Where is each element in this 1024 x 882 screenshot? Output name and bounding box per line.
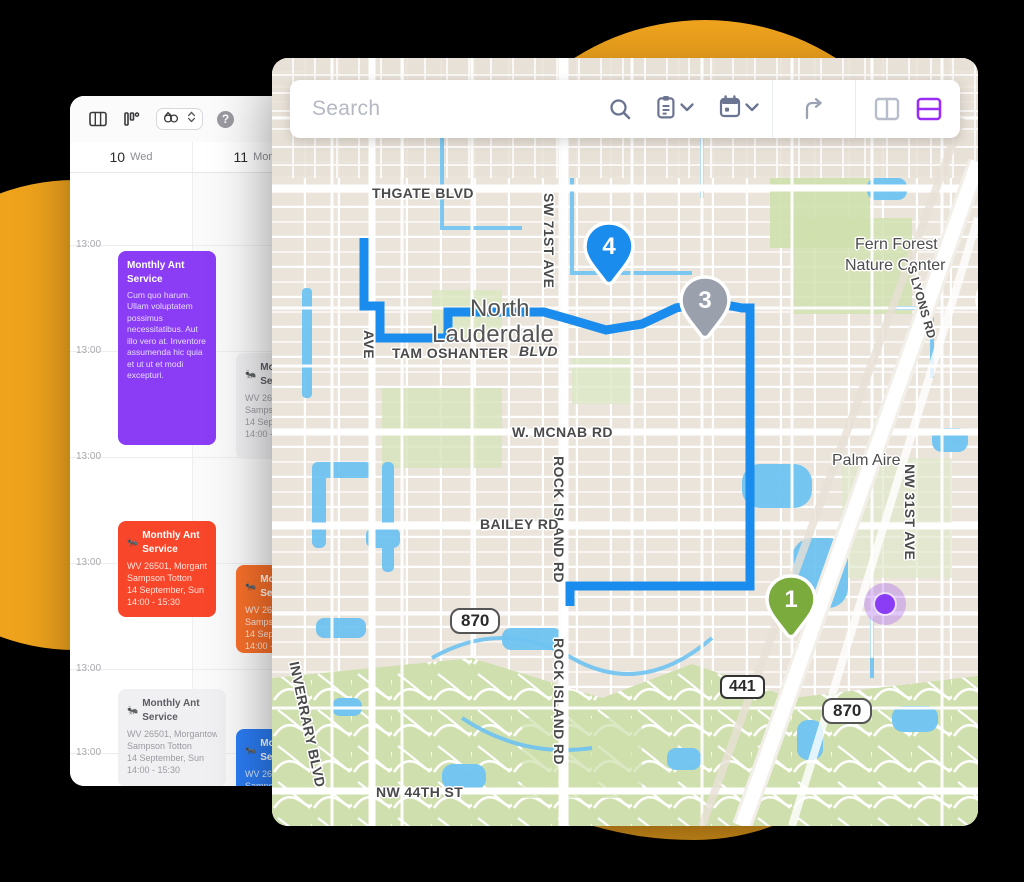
day-number: 11 xyxy=(233,149,249,165)
clipboard-icon xyxy=(656,95,676,124)
route-line xyxy=(359,238,755,606)
map-marker-3[interactable]: 3 xyxy=(678,274,732,340)
time-label-1: 13:00 xyxy=(76,345,102,356)
event-address: WV 26501, Morgantown, W xyxy=(127,561,207,571)
time-label-3: 13:00 xyxy=(76,557,102,568)
highway-shield-441: 441 xyxy=(720,675,765,699)
map-label-place: Fern Forest xyxy=(855,236,938,253)
map-label-road: W. MCNAB RD xyxy=(512,424,613,440)
calendar-event-purple[interactable]: Monthly Ant Service Cum quo harum. Ullam… xyxy=(118,251,216,445)
event-person: Sampson Totton xyxy=(127,741,192,752)
help-icon[interactable]: ? xyxy=(217,110,234,128)
map-label-street: ROCK ISLAND RD xyxy=(551,638,567,765)
marker-label: 4 xyxy=(602,233,616,260)
map-label-road: TAM OSHANTER xyxy=(392,345,509,361)
columns-view-icon[interactable] xyxy=(88,109,108,129)
map-window: 4 3 2 1 THGATE BLVD SW 71ST AVE North xyxy=(272,58,978,826)
calendar-event-gray-2[interactable]: 🐜 Monthly Ant Service WV 26501, Morganto… xyxy=(118,689,226,786)
map-label-street: NW 31ST AVE xyxy=(902,464,918,561)
map-label-road: BAILEY RD xyxy=(480,516,559,532)
ant-icon: 🐜 xyxy=(127,705,139,716)
split-horizontal-icon[interactable] xyxy=(910,89,960,129)
event-title: 🐜 Monthly Ant Service xyxy=(127,530,200,555)
ant-icon: 🐜 xyxy=(245,369,257,380)
search-input[interactable]: Search xyxy=(290,97,380,121)
map-marker-2[interactable]: 2 xyxy=(974,274,978,340)
calendar-dropdown-button[interactable] xyxy=(707,89,772,129)
search-icon[interactable] xyxy=(596,89,644,129)
map-label-place: Palm Aire xyxy=(832,452,901,469)
map-label-street: SW 71ST AVE xyxy=(541,193,557,289)
timeline-view-icon[interactable] xyxy=(122,109,142,129)
map-label-road: NW 44TH ST xyxy=(376,784,464,800)
event-body: Cum quo harum. Ullam voluptatem possimus… xyxy=(127,290,206,381)
event-address: WV 26501, Morgantown, W xyxy=(127,729,217,739)
map-label-road: BLVD xyxy=(519,343,558,359)
calendar-icon xyxy=(719,94,741,124)
day-header-0[interactable]: 10 Wed xyxy=(70,142,192,172)
highway-shield-870-a: 870 xyxy=(450,608,501,634)
event-time: 14:00 - 15:30 xyxy=(127,597,181,608)
directions-icon[interactable] xyxy=(773,89,855,129)
map-label-place: Nature Center xyxy=(845,257,946,274)
day-name: Wed xyxy=(130,151,153,163)
event-title: 🐜 Monthly Ant Service xyxy=(127,698,200,723)
time-label-4: 13:00 xyxy=(76,663,102,674)
event-title: Monthly Ant Service xyxy=(127,260,185,285)
chevron-down-icon xyxy=(679,100,695,118)
team-select-icon xyxy=(163,110,179,128)
team-select[interactable] xyxy=(156,108,203,130)
map-marker-1[interactable]: 1 xyxy=(764,573,818,639)
chevron-down-icon xyxy=(744,100,760,118)
calendar-event-red[interactable]: 🐜 Monthly Ant Service WV 26501, Morganto… xyxy=(118,521,216,617)
map-marker-4[interactable]: 4 xyxy=(582,220,636,286)
event-date: 14 September, Sun xyxy=(127,585,205,596)
highway-shield-870-b: 870 xyxy=(822,698,873,724)
time-label-5: 13:00 xyxy=(76,747,102,758)
time-label-0: 13:00 xyxy=(76,239,102,250)
location-dot-core xyxy=(875,594,895,614)
chevron-updown-icon xyxy=(187,110,196,128)
ant-icon: 🐜 xyxy=(127,537,139,548)
time-label-2: 13:00 xyxy=(76,451,102,462)
clipboard-dropdown-button[interactable] xyxy=(644,89,707,129)
map-toolbar: Search xyxy=(290,80,960,138)
split-vertical-icon[interactable] xyxy=(856,89,910,129)
screenshot-stage: ? 10 Wed 11 Mon 13:00 13:00 13:00 13:00 xyxy=(0,0,1024,882)
marker-label: 1 xyxy=(784,586,798,613)
ant-icon: 🐜 xyxy=(245,745,257,756)
current-location-dot[interactable] xyxy=(864,583,906,625)
map-label-road: THGATE BLVD xyxy=(372,185,474,201)
marker-label: 2 xyxy=(974,274,978,328)
map-label-city: North xyxy=(470,295,530,322)
event-time: 14:00 - 15:30 xyxy=(127,765,181,776)
event-date: 14 September, Sun xyxy=(127,753,205,764)
map-label-street: AVE xyxy=(361,330,377,359)
ant-icon: 🐜 xyxy=(245,581,257,592)
day-number: 10 xyxy=(109,149,126,165)
marker-label: 3 xyxy=(698,287,712,314)
event-person: Sampson Totton xyxy=(127,573,192,584)
